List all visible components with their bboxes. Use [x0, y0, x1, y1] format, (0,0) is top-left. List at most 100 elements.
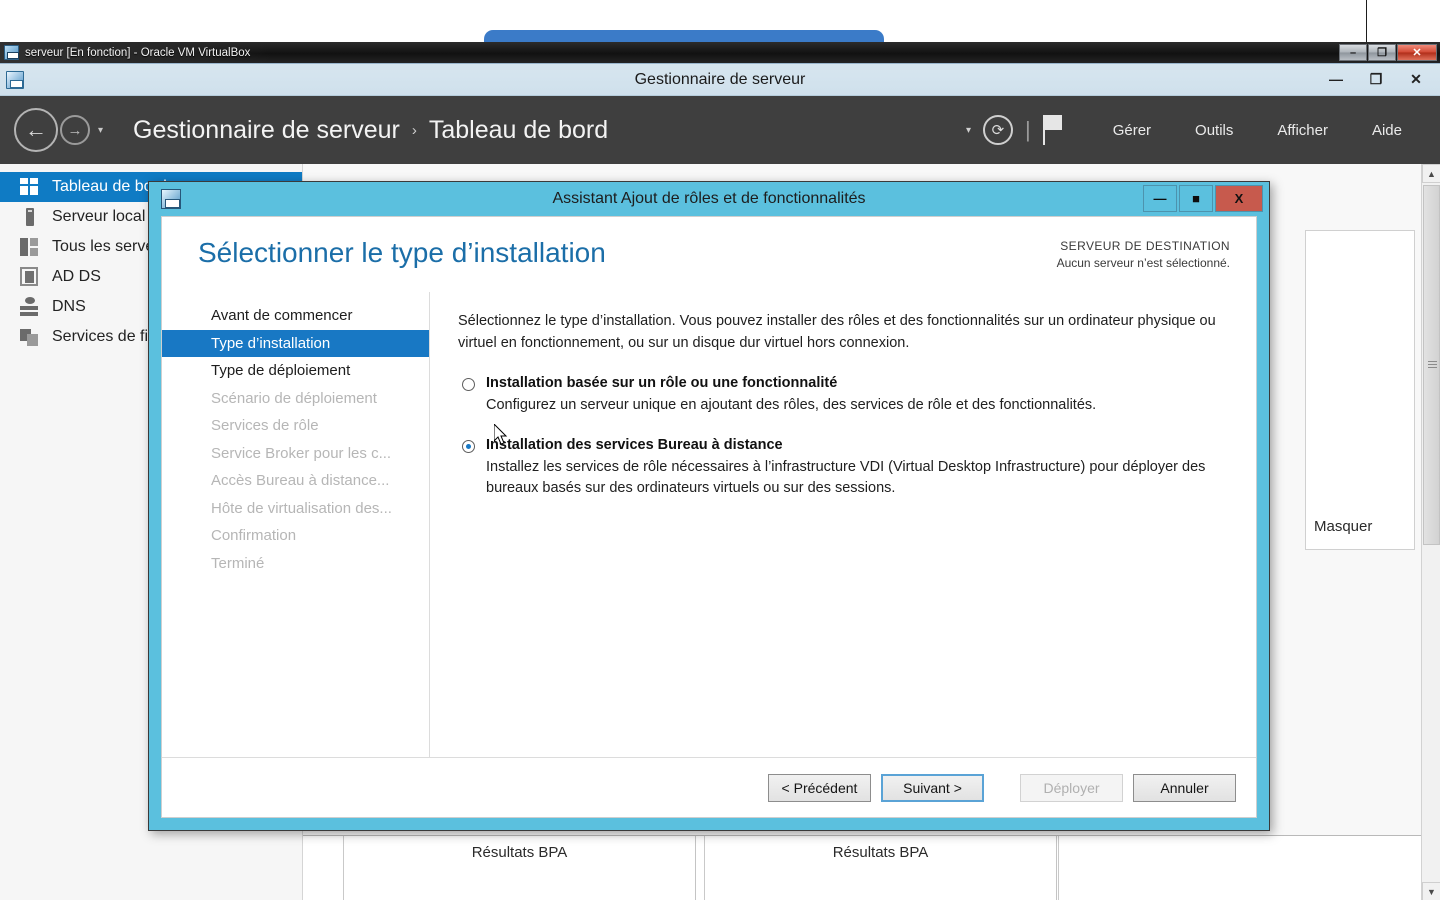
cancel-button[interactable]: Annuler: [1133, 773, 1236, 802]
step-label-2: Type de déploiement: [211, 362, 351, 380]
option-remote-desktop-description: Installez les services de rôle nécessair…: [486, 458, 1206, 497]
sm-minimize-button[interactable]: —: [1316, 66, 1356, 92]
back-icon[interactable]: ←: [14, 108, 58, 152]
step-label-8: Confirmation: [211, 527, 297, 545]
step-type-de-deploiement[interactable]: Type de déploiement: [162, 357, 429, 385]
option-role-based[interactable]: Installation basée sur un rôle ou une fo…: [458, 375, 1228, 417]
scrollbar-thumb[interactable]: [1423, 185, 1440, 545]
ad-ds-icon: [20, 267, 40, 287]
scroll-down-arrow-icon[interactable]: ▼: [1422, 882, 1440, 900]
step-service-broker: Service Broker pour les c...: [162, 440, 429, 468]
virtualbox-title-text: serveur [En fonction] - Oracle VM Virtua…: [25, 46, 251, 59]
wizard-content-frame: Sélectionner le type d’installation SERV…: [161, 216, 1257, 818]
file-services-icon: [20, 327, 40, 347]
sm-close-button[interactable]: ✕: [1396, 66, 1436, 92]
bpa-divider-3: [1058, 836, 1059, 900]
menu-outils[interactable]: Outils: [1173, 122, 1255, 139]
wizard-title: Assistant Ajout de rôles et de fonctionn…: [552, 190, 866, 207]
virtualbox-icon: [4, 45, 19, 60]
page-title: Sélectionner le type d’installation: [198, 237, 606, 268]
wizard-pane: Sélectionnez le type d’installation. Vou…: [430, 292, 1256, 757]
option-role-based-title: Installation basée sur un rôle ou une fo…: [486, 374, 838, 391]
screen-root: serveur [En fonction] - Oracle VM Virtua…: [0, 0, 1440, 900]
pane-intro-text: Sélectionnez le type d’installation. Vou…: [458, 313, 1216, 352]
vbox-maximize-button[interactable]: ❐: [1368, 44, 1396, 61]
vbox-minimize-button[interactable]: –: [1339, 44, 1367, 61]
menu-gerer[interactable]: Gérer: [1091, 122, 1173, 139]
forward-icon[interactable]: →: [60, 115, 90, 145]
refresh-icon[interactable]: ⟳: [982, 115, 1013, 145]
step-label-5: Service Broker pour les c...: [211, 444, 392, 462]
wizard-maximize-button[interactable]: ■: [1179, 185, 1213, 212]
step-label-6: Accès Bureau à distance...: [211, 472, 390, 490]
radio-remote-desktop[interactable]: [462, 439, 475, 453]
wizard-window-controls[interactable]: — ■ X: [1143, 185, 1263, 212]
navbar-divider: |: [1024, 117, 1031, 142]
dns-icon: [20, 297, 40, 317]
vbox-close-button[interactable]: ✕: [1397, 44, 1437, 61]
dashboard-icon: [20, 177, 40, 197]
scroll-up-arrow-icon[interactable]: ▲: [1422, 164, 1440, 183]
sidebar-label-ad-ds: AD DS: [52, 268, 101, 285]
step-label-1: Type d’installation: [211, 334, 331, 352]
bpa-results-band: Résultats BPA Résultats BPA: [303, 835, 1440, 900]
breadcrumb: Gestionnaire de serveur › Tableau de bor…: [133, 116, 608, 145]
step-label-3: Scénario de déploiement: [211, 389, 377, 407]
step-scenario-de-deploiement: Scénario de déploiement: [162, 385, 429, 413]
server-manager-titlebar: Gestionnaire de serveur — ❐ ✕: [0, 64, 1440, 96]
wizard-close-button[interactable]: X: [1215, 185, 1263, 212]
all-servers-icon: [20, 237, 40, 257]
server-manager-title: Gestionnaire de serveur: [634, 70, 806, 88]
local-server-icon: [20, 207, 40, 227]
notifications-flag-icon[interactable]: [1042, 115, 1065, 145]
breadcrumb-separator-icon: ›: [411, 121, 417, 139]
step-label-9: Terminé: [211, 554, 265, 572]
menu-aide[interactable]: Aide: [1350, 122, 1424, 139]
breadcrumb-item-current[interactable]: Tableau de bord: [429, 116, 608, 145]
wizard-steps-list: Avant de commencer Type d’installation T…: [162, 292, 430, 757]
destination-server-value: Aucun serveur n’est sélectionné.: [1056, 256, 1230, 270]
breadcrumb-item-root[interactable]: Gestionnaire de serveur: [133, 116, 400, 145]
step-services-de-role: Services de rôle: [162, 412, 429, 440]
server-manager-window-controls[interactable]: — ❐ ✕: [1316, 66, 1436, 92]
desktop-divider: [1366, 0, 1367, 42]
menu-afficher[interactable]: Afficher: [1255, 122, 1350, 139]
option-remote-desktop-title: Installation des services Bureau à dista…: [486, 436, 783, 453]
step-label-4: Services de rôle: [211, 417, 319, 435]
destination-server-info: SERVEUR DE DESTINATION Aucun serveur n’e…: [1057, 239, 1230, 270]
bpa-cell-1: Résultats BPA: [344, 836, 696, 900]
sidebar-label-dns: DNS: [52, 298, 86, 315]
navbar-chevron-down-icon[interactable]: ▾: [966, 125, 971, 136]
deploy-button: Déployer: [1020, 773, 1123, 802]
radio-role-based[interactable]: [462, 377, 475, 391]
dashboard-right-card: Masquer: [1305, 230, 1415, 550]
step-avant-de-commencer[interactable]: Avant de commencer: [162, 302, 429, 330]
previous-button[interactable]: < Précédent: [768, 773, 871, 802]
add-roles-wizard-dialog: Assistant Ajout de rôles et de fonctionn…: [148, 181, 1270, 831]
sm-maximize-button[interactable]: ❐: [1356, 66, 1396, 92]
server-manager-navbar: ← → ▾ Gestionnaire de serveur › Tableau …: [0, 96, 1440, 164]
next-button[interactable]: Suivant >: [881, 773, 984, 802]
step-type-d-installation[interactable]: Type d’installation: [162, 329, 429, 357]
wizard-minimize-button[interactable]: —: [1143, 185, 1177, 212]
step-acces-bureau-a-distance: Accès Bureau à distance...: [162, 467, 429, 495]
chevron-down-icon[interactable]: ▾: [98, 125, 103, 136]
step-label-0: Avant de commencer: [211, 307, 353, 325]
desktop-background: [0, 0, 1440, 56]
main-vertical-scrollbar[interactable]: ▲ ▼: [1421, 164, 1440, 900]
mouse-cursor-icon: [494, 424, 508, 445]
wizard-footer: < Précédent Suivant > Déployer Annuler: [162, 757, 1256, 817]
navigation-buttons[interactable]: ← → ▾: [14, 108, 103, 152]
virtualbox-window-controls[interactable]: – ❐ ✕: [1339, 44, 1437, 61]
wizard-header: Sélectionner le type d’installation SERV…: [162, 217, 1256, 292]
virtualbox-titlebar: serveur [En fonction] - Oracle VM Virtua…: [0, 42, 1440, 63]
wizard-titlebar: Assistant Ajout de rôles et de fonctionn…: [149, 182, 1269, 216]
step-label-7: Hôte de virtualisation des...: [211, 499, 392, 517]
step-confirmation: Confirmation: [162, 522, 429, 550]
bpa-cell-2: Résultats BPA: [705, 836, 1057, 900]
destination-server-label: SERVEUR DE DESTINATION: [1060, 239, 1230, 253]
option-remote-desktop[interactable]: Installation des services Bureau à dista…: [458, 437, 1228, 501]
step-termine: Terminé: [162, 550, 429, 578]
masquer-link[interactable]: Masquer: [1314, 518, 1372, 535]
sidebar-label-serveur-local: Serveur local: [52, 208, 146, 225]
